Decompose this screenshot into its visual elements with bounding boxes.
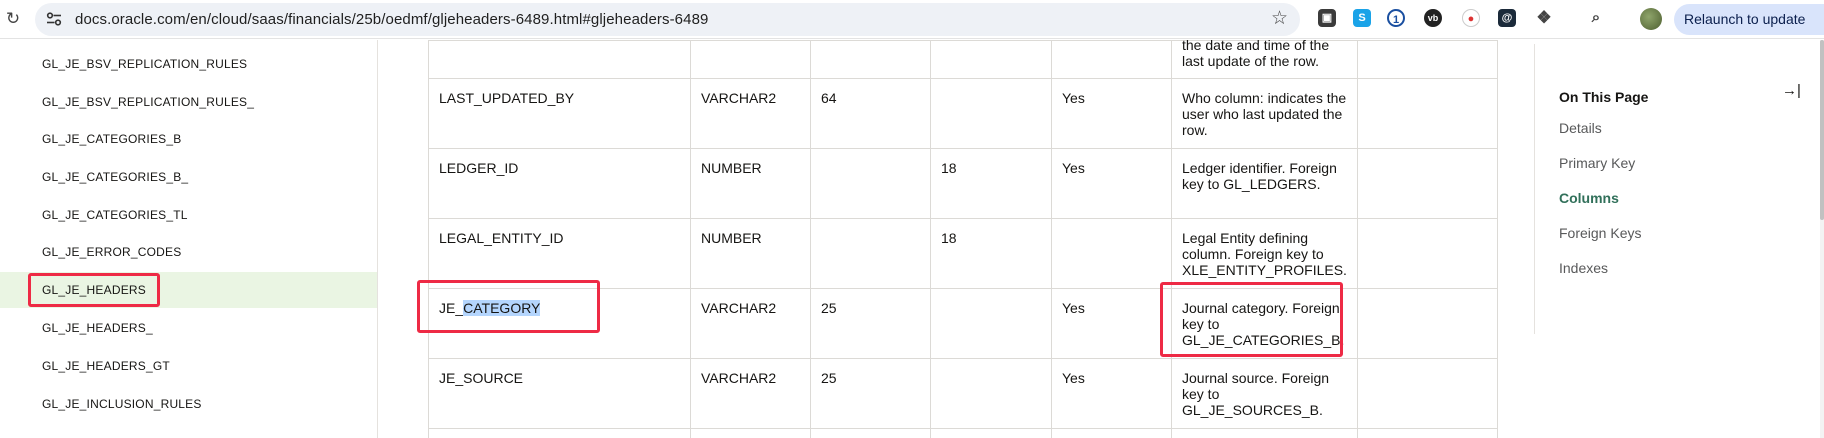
- datatype-cell: VARCHAR2: [690, 288, 811, 359]
- bookmark-star-icon[interactable]: ☆: [1271, 8, 1288, 30]
- on-this-page-panel: →| On This Page Details Primary Key Colu…: [1534, 40, 1824, 438]
- nav-item[interactable]: GL_JE_HEADERS_: [0, 310, 377, 346]
- left-navigation: GL_JE_BSV_REPLICATION_RULES GL_JE_BSV_RE…: [0, 40, 378, 438]
- extension-vb-icon[interactable]: vb: [1424, 9, 1442, 27]
- toc-link-indexes[interactable]: Indexes: [1559, 260, 1608, 276]
- table-row: JE_SOURCE VARCHAR2 25 Yes Journal source…: [428, 358, 1498, 429]
- toc-link-details[interactable]: Details: [1559, 120, 1602, 136]
- table-row: [428, 428, 1498, 438]
- not-null-cell: Yes: [1051, 288, 1172, 359]
- column-name-cell[interactable]: JE_CATEGORY: [428, 288, 691, 359]
- column-name-cell: JE_SOURCE: [428, 358, 691, 429]
- nav-item[interactable]: GL_JE_BSV_REPLICATION_RULES_: [0, 84, 377, 120]
- not-null-cell: Yes: [1051, 148, 1172, 219]
- toc-link-columns[interactable]: Columns: [1559, 190, 1619, 206]
- empty-cell: [1356, 148, 1498, 219]
- not-null-cell: [1051, 218, 1172, 289]
- precision-cell: 18: [930, 148, 1052, 219]
- length-cell: [810, 148, 931, 219]
- nav-item[interactable]: GL_JE_CATEGORIES_B: [0, 121, 377, 157]
- nav-item[interactable]: GL_JE_CATEGORIES_B_: [0, 159, 377, 195]
- reload-icon[interactable]: ↻: [3, 8, 23, 30]
- relaunch-button[interactable]: Relaunch to update: [1674, 4, 1824, 35]
- length-cell: [810, 218, 931, 289]
- scrollbar-thumb[interactable]: [1820, 40, 1824, 220]
- table-row: LEGAL_ENTITY_ID NUMBER 18 Legal Entity d…: [428, 218, 1498, 289]
- datatype-cell: NUMBER: [690, 148, 811, 219]
- table-row: JE_CATEGORY VARCHAR2 25 Yes Journal cate…: [428, 288, 1498, 359]
- nav-item[interactable]: GL_JE_INCLUSION_RULES: [0, 386, 377, 422]
- description-cell: Ledger identifier. Foreign key to GL_LED…: [1171, 148, 1358, 219]
- description-cell: Journal category. Foreign key to GL_JE_C…: [1171, 288, 1358, 359]
- column-name-cell: LAST_UPDATED_BY: [428, 78, 691, 149]
- datatype-cell: NUMBER: [690, 218, 811, 289]
- description-cell: Journal source. Foreign key to GL_JE_SOU…: [1171, 358, 1358, 429]
- description-cell: Who column: indicates the user who last …: [1171, 78, 1358, 149]
- empty-cell: [1356, 358, 1498, 429]
- on-this-page-title: On This Page: [1559, 89, 1649, 105]
- nav-item[interactable]: GL_JE_BSV_REPLICATION_RULES: [0, 46, 377, 82]
- record-icon[interactable]: ●: [1462, 9, 1480, 27]
- columns-table-area: the date and time of the last update of …: [379, 40, 1534, 438]
- precision-cell: 18: [930, 218, 1052, 289]
- empty-cell: [1356, 78, 1498, 149]
- toc-link-primary-key[interactable]: Primary Key: [1559, 155, 1635, 171]
- empty-cell: [1356, 218, 1498, 289]
- nav-item[interactable]: GL_JE_CATEGORIES_TL: [0, 197, 377, 233]
- column-name-cell: LEGAL_ENTITY_ID: [428, 218, 691, 289]
- tab-search-icon[interactable]: ⌕: [1587, 9, 1605, 27]
- datatype-cell: VARCHAR2: [690, 78, 811, 149]
- profile-avatar[interactable]: [1640, 8, 1662, 30]
- selected-text: CATEGORY: [463, 300, 541, 316]
- extension-s-icon[interactable]: S: [1353, 9, 1371, 27]
- divider: [1534, 44, 1535, 334]
- url-text[interactable]: docs.oracle.com/en/cloud/saas/financials…: [75, 11, 708, 28]
- description-cell: Legal Entity defining column. Foreign ke…: [1171, 218, 1358, 289]
- table-row: LEDGER_ID NUMBER 18 Yes Ledger identifie…: [428, 148, 1498, 219]
- not-null-cell: Yes: [1051, 78, 1172, 149]
- length-cell: 64: [810, 78, 931, 149]
- column-name-cell: LEDGER_ID: [428, 148, 691, 219]
- length-cell: 25: [810, 358, 931, 429]
- nav-item[interactable]: GL_JE_HEADERS_GT: [0, 348, 377, 384]
- empty-cell: [1356, 288, 1498, 359]
- site-info-icon[interactable]: [46, 12, 62, 26]
- precision-cell: [930, 358, 1052, 429]
- table-row: LAST_UPDATED_BY VARCHAR2 64 Yes Who colu…: [428, 78, 1498, 149]
- collapse-panel-icon[interactable]: →|: [1782, 82, 1801, 99]
- extensions-puzzle-icon[interactable]: ❖: [1535, 9, 1553, 27]
- not-null-cell: Yes: [1051, 358, 1172, 429]
- precision-cell: [930, 288, 1052, 359]
- desc-line: the date and time of the: [1182, 40, 1330, 53]
- length-cell: 25: [810, 288, 931, 359]
- nav-item-active[interactable]: GL_JE_HEADERS: [0, 272, 377, 308]
- table-row: the date and time of the last update of …: [428, 40, 1498, 79]
- name-prefix: JE_: [439, 300, 464, 316]
- nav-item[interactable]: GL_JE_ERROR_CODES: [0, 234, 377, 270]
- datatype-cell: VARCHAR2: [690, 358, 811, 429]
- address-bar[interactable]: docs.oracle.com/en/cloud/saas/financials…: [35, 3, 1300, 36]
- extension-icon[interactable]: ▣: [1318, 9, 1336, 27]
- description-cell: the date and time of the last update of …: [1171, 40, 1358, 79]
- browser-toolbar: ↻ docs.oracle.com/en/cloud/saas/financia…: [0, 0, 1824, 39]
- toc-link-foreign-keys[interactable]: Foreign Keys: [1559, 225, 1641, 241]
- desc-line: last update of the row.: [1182, 53, 1319, 69]
- columns-table: the date and time of the last update of …: [428, 40, 1498, 438]
- precision-cell: [930, 78, 1052, 149]
- extension-dark-icon[interactable]: @: [1498, 9, 1516, 27]
- password-manager-icon[interactable]: 1: [1387, 9, 1405, 27]
